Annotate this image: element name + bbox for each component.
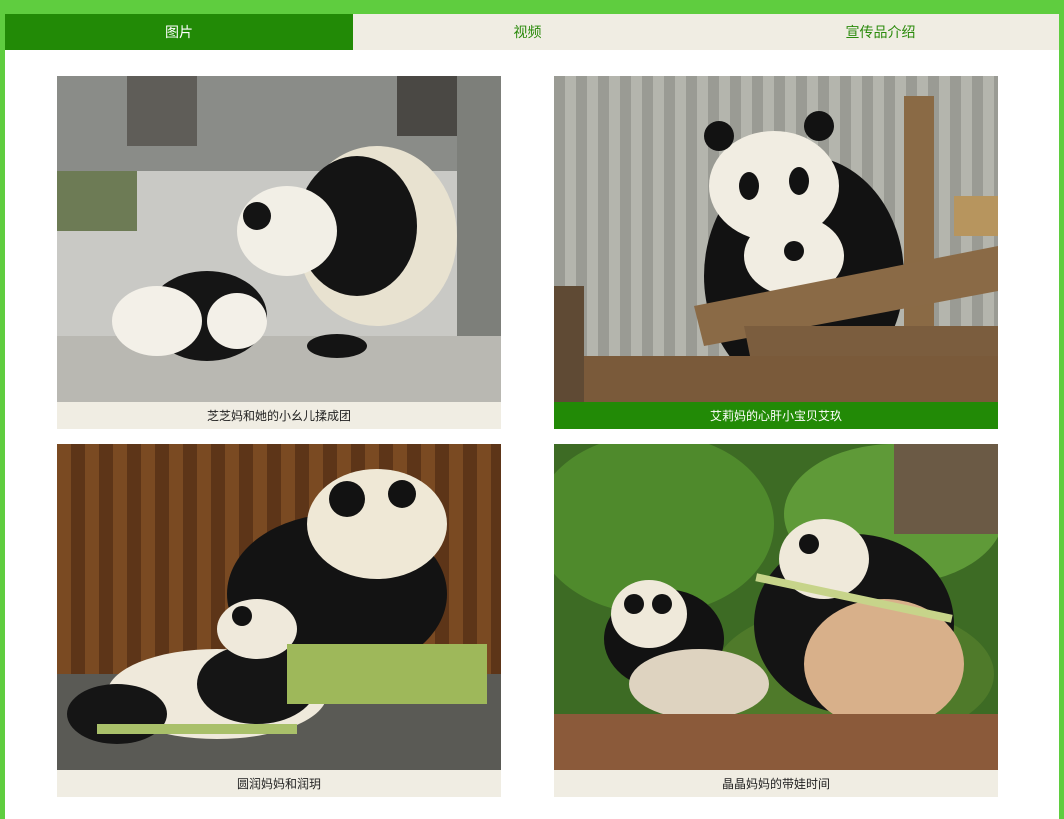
panda-photo[interactable] (57, 444, 501, 770)
gallery-item[interactable]: 晶晶妈妈的带娃时间 (554, 444, 998, 797)
gallery-item[interactable]: 圆润妈妈和润玥 (57, 444, 501, 797)
gallery-frame: 图片 视频 宣传品介绍 芝芝妈和她的小幺儿揉成团 艾莉妈的心肝小宝贝艾玖 圆润妈… (5, 14, 1059, 819)
panda-photo[interactable] (57, 76, 501, 402)
tab-bar: 图片 视频 宣传品介绍 (5, 14, 1059, 50)
gallery-caption: 圆润妈妈和润玥 (57, 770, 501, 797)
gallery-caption: 晶晶妈妈的带娃时间 (554, 770, 998, 797)
gallery-caption: 艾莉妈的心肝小宝贝艾玖 (554, 402, 998, 429)
tab-videos[interactable]: 视频 (353, 14, 702, 50)
gallery-item[interactable]: 艾莉妈的心肝小宝贝艾玖 (554, 76, 998, 429)
gallery-item[interactable]: 芝芝妈和她的小幺儿揉成团 (57, 76, 501, 429)
gallery-caption: 芝芝妈和她的小幺儿揉成团 (57, 402, 501, 429)
panda-photo[interactable] (554, 444, 998, 770)
tab-promo-materials[interactable]: 宣传品介绍 (702, 14, 1059, 50)
panda-photo[interactable] (554, 76, 998, 402)
tab-pictures[interactable]: 图片 (5, 14, 353, 50)
